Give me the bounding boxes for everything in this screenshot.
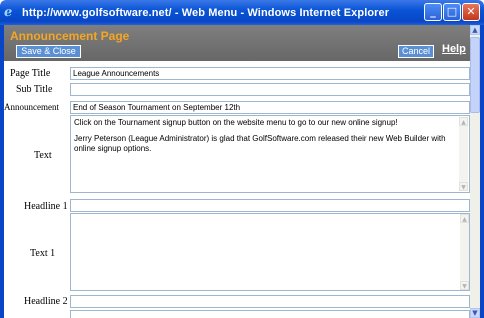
text-paragraph-2: Jerry Peterson (League Administrator) is… <box>74 134 446 153</box>
minimize-button[interactable]: _ <box>424 3 442 21</box>
cancel-button[interactable]: Cancel <box>398 45 434 58</box>
text-1-textarea[interactable] <box>70 213 470 291</box>
text-textarea[interactable]: Click on the Tournament signup button on… <box>70 115 470 193</box>
textarea-scroll-down-icon[interactable]: ▼ <box>459 182 468 191</box>
sub-title-input[interactable] <box>70 83 470 96</box>
text-paragraph-1: Click on the Tournament signup button on… <box>74 118 398 127</box>
help-link[interactable]: Help <box>442 43 466 55</box>
page-title: Announcement Page <box>10 29 130 43</box>
save-close-button[interactable]: Save & Close <box>16 45 81 58</box>
scroll-up-arrow-icon[interactable]: ▲ <box>470 25 480 35</box>
scroll-thumb[interactable] <box>470 37 480 113</box>
textarea-1-scroll-up-icon[interactable]: ▲ <box>460 214 469 223</box>
sub-title-label: Sub Title <box>16 84 53 95</box>
ie-icon: ℯ <box>4 4 13 20</box>
headline-2-input[interactable] <box>70 295 470 308</box>
text-2-textarea[interactable] <box>70 310 470 318</box>
page-header: Announcement Page Save & Close Cancel He… <box>4 25 470 61</box>
headline-1-label: Headline 1 <box>24 201 68 212</box>
window-title-bar[interactable]: ℯ http://www.golfsoftware.net/ - Web Men… <box>0 0 484 25</box>
headline-2-label: Headline 2 <box>24 296 68 307</box>
page-title-label: Page Title <box>10 68 51 79</box>
headline-1-input[interactable] <box>70 199 470 212</box>
textarea-scroll-up-icon[interactable]: ▲ <box>459 117 468 126</box>
text-label: Text <box>34 150 52 161</box>
close-button[interactable]: ✕ <box>462 3 480 21</box>
text-1-textarea-scrollbar[interactable]: ▲ ▼ <box>460 214 469 290</box>
page-scrollbar[interactable]: ▲ ▼ <box>470 25 480 318</box>
page-title-input[interactable]: League Announcements <box>70 67 470 80</box>
text-textarea-scrollbar[interactable]: ▲ ▼ <box>459 117 468 191</box>
scroll-down-arrow-icon[interactable]: ▼ <box>470 308 480 318</box>
window-title: http://www.golfsoftware.net/ - Web Menu … <box>22 6 390 19</box>
text-1-label: Text 1 <box>30 248 56 259</box>
announcement-input[interactable]: End of Season Tournament on September 12… <box>70 101 470 114</box>
maximize-button[interactable]: □ <box>443 3 461 21</box>
announcement-label: Announcement <box>4 102 59 112</box>
textarea-1-scroll-down-icon[interactable]: ▼ <box>460 281 469 290</box>
